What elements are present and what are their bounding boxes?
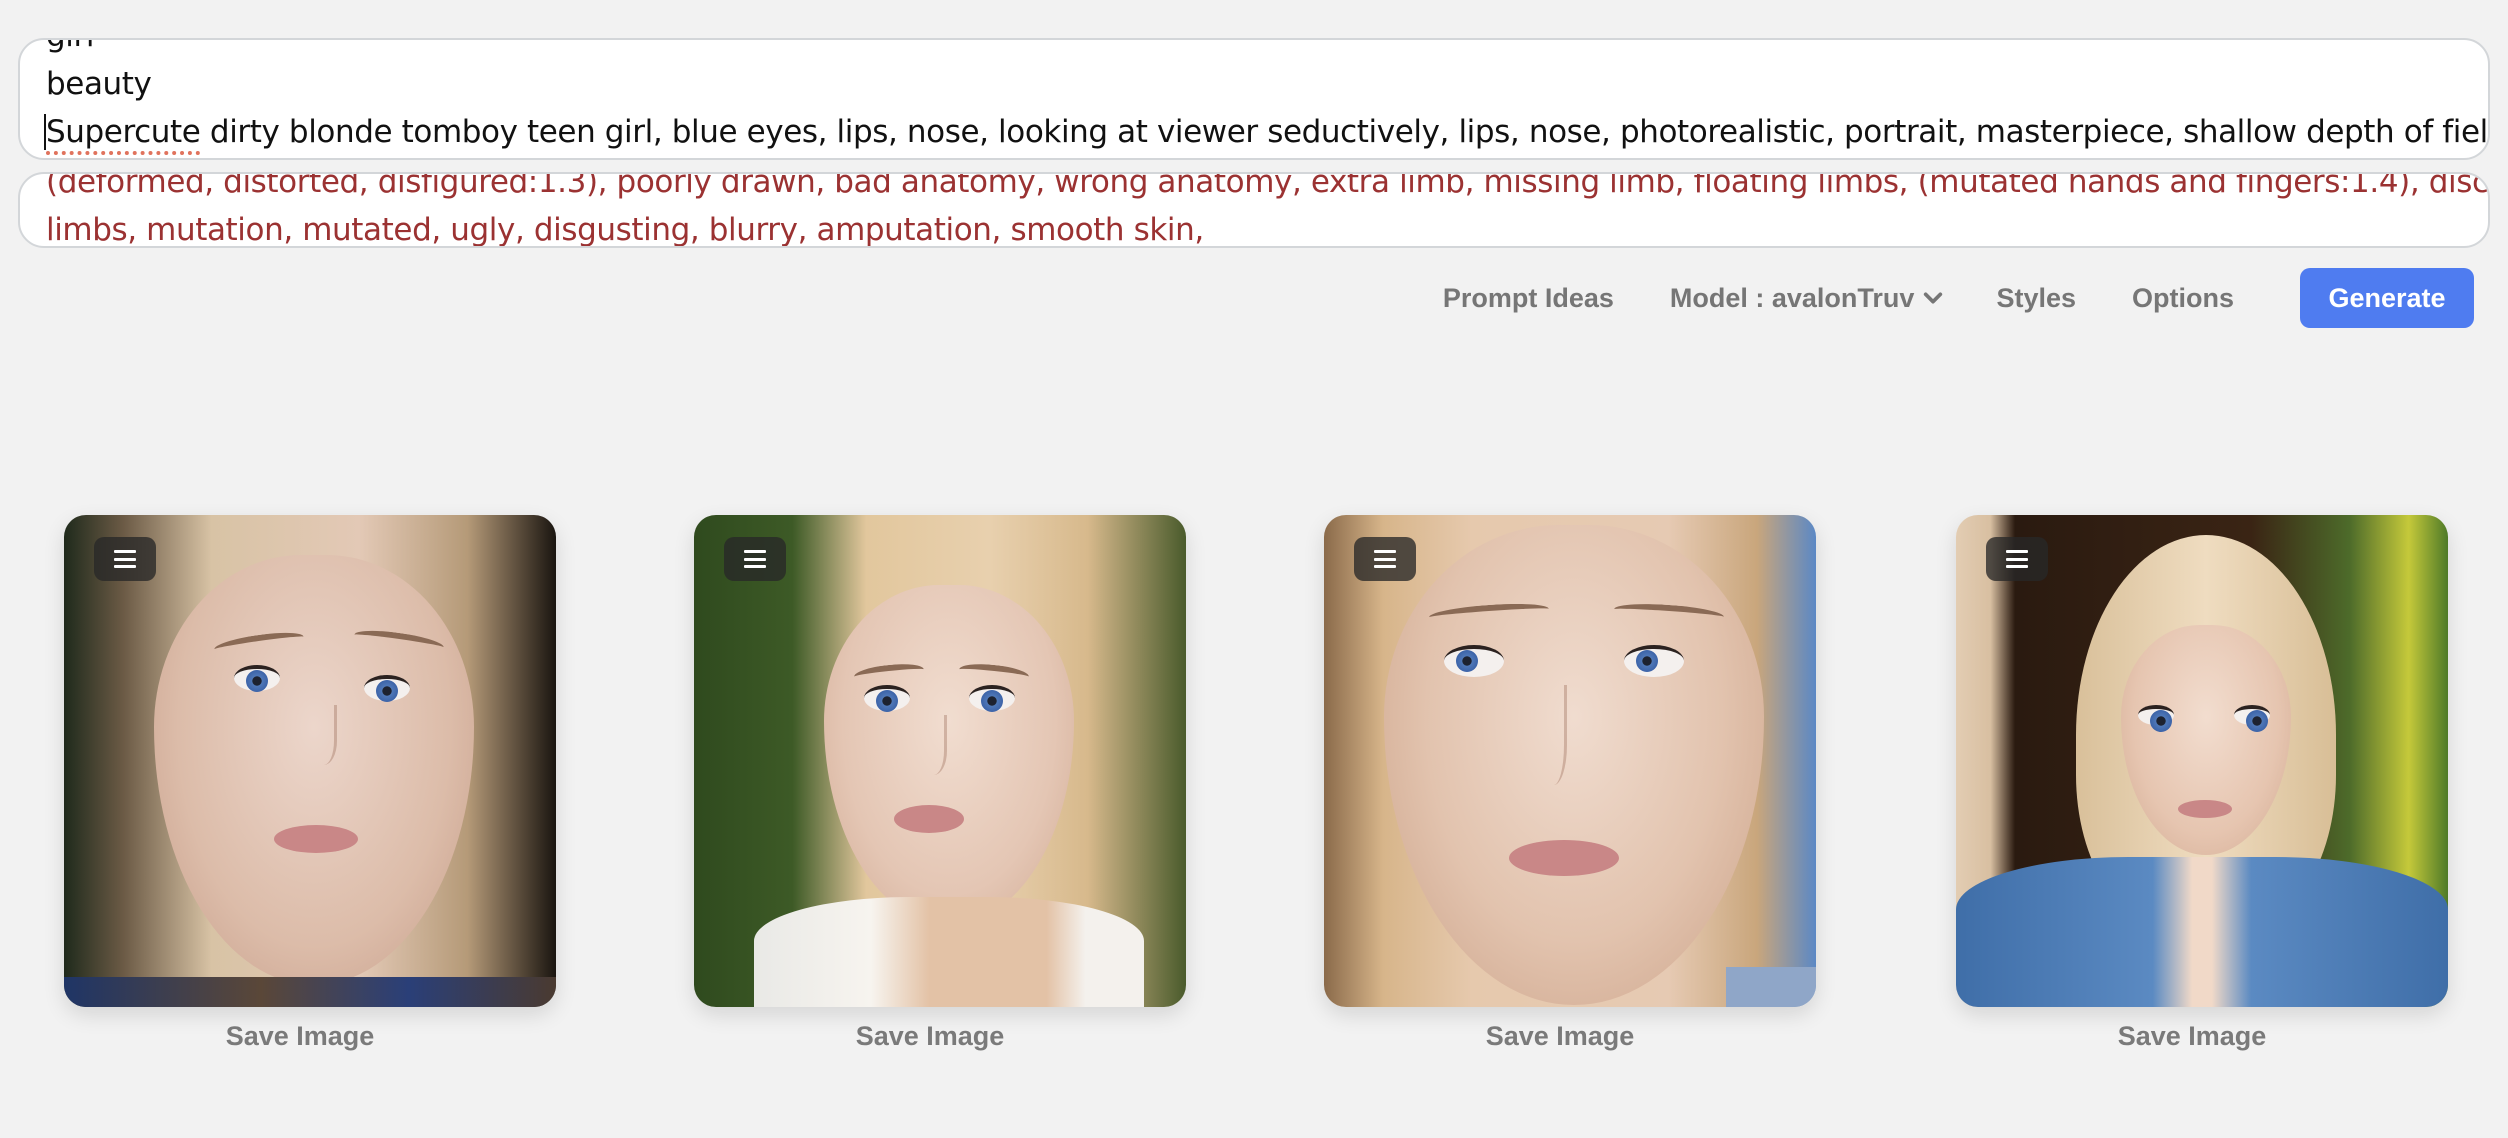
- chevron-down-icon: [1924, 292, 1943, 304]
- options-button[interactable]: Options: [2132, 283, 2234, 314]
- prompt-line: beauty: [46, 66, 152, 102]
- save-image-button[interactable]: Save Image: [674, 1021, 1186, 1052]
- image-card: Save Image: [694, 515, 1186, 1052]
- generated-image[interactable]: [694, 515, 1186, 1007]
- negative-prompt-line: limbs, mutation, mutated, ugly, disgusti…: [46, 212, 1204, 248]
- generated-image[interactable]: [1956, 515, 2448, 1007]
- hamburger-menu-icon: [114, 550, 136, 568]
- image-menu-button[interactable]: [94, 537, 156, 581]
- prompt-text: girl beauty Supercute dirty blonde tombo…: [44, 40, 2488, 156]
- toolbar: Prompt Ideas Model : avalonTruv Styles O…: [1443, 268, 2474, 328]
- prompt-line: Supercute dirty blonde tomboy teen girl,…: [44, 108, 2488, 156]
- prompt-line-rest: dirty blonde tomboy teen girl, blue eyes…: [200, 114, 2490, 150]
- negative-prompt-line: (deformed, distorted, disfigured:1.3), p…: [46, 172, 2490, 200]
- generated-image[interactable]: [1324, 515, 1816, 1007]
- image-menu-button[interactable]: [1354, 537, 1416, 581]
- image-card: Save Image: [64, 515, 556, 1052]
- save-image-button[interactable]: Save Image: [44, 1021, 556, 1052]
- misspelled-word: Supercute: [46, 114, 201, 150]
- hamburger-menu-icon: [1374, 550, 1396, 568]
- prompt-line: girl: [46, 40, 2462, 60]
- styles-button[interactable]: Styles: [1996, 283, 2076, 314]
- hamburger-menu-icon: [2006, 550, 2028, 568]
- image-card: Save Image: [1324, 515, 1816, 1052]
- negative-prompt-text: (deformed, distorted, disfigured:1.3), p…: [46, 172, 2490, 248]
- prompt-ideas-button[interactable]: Prompt Ideas: [1443, 283, 1614, 314]
- save-image-button[interactable]: Save Image: [1304, 1021, 1816, 1052]
- generated-image[interactable]: [64, 515, 556, 1007]
- image-card: Save Image: [1956, 515, 2448, 1052]
- image-gallery: Save Image Save Image Save Image Save Im…: [0, 515, 2508, 1075]
- negative-prompt-textarea[interactable]: (deformed, distorted, disfigured:1.3), p…: [18, 172, 2490, 248]
- prompt-textarea[interactable]: girl beauty Supercute dirty blonde tombo…: [18, 38, 2490, 160]
- generate-button[interactable]: Generate: [2300, 268, 2474, 328]
- model-label: Model : avalonTruv: [1669, 282, 1915, 313]
- image-menu-button[interactable]: [1986, 537, 2048, 581]
- image-menu-button[interactable]: [724, 537, 786, 581]
- hamburger-menu-icon: [744, 550, 766, 568]
- save-image-button[interactable]: Save Image: [1936, 1021, 2448, 1052]
- model-select[interactable]: Model : avalonTruv: [1670, 283, 1945, 314]
